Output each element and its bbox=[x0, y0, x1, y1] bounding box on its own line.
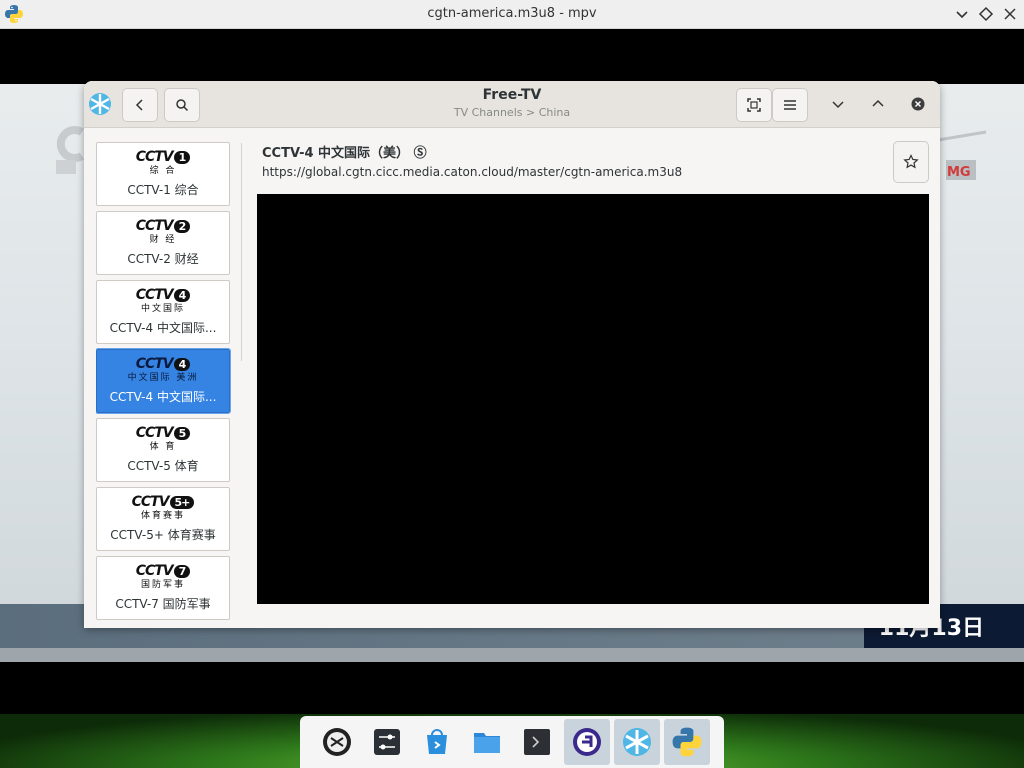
python-icon[interactable] bbox=[664, 719, 710, 765]
svg-text:MG: MG bbox=[947, 165, 971, 180]
video-corner-logo: MG bbox=[932, 130, 992, 186]
channel-name: CCTV-4 中文国际... bbox=[109, 321, 217, 335]
close-icon[interactable] bbox=[1000, 4, 1020, 24]
window-title: cgtn-america.m3u8 - mpv bbox=[427, 6, 597, 21]
hamburger-menu-icon bbox=[784, 100, 796, 110]
files-folder-icon[interactable] bbox=[464, 719, 510, 765]
close-icon bbox=[911, 97, 925, 111]
chevron-up-icon bbox=[872, 99, 884, 107]
video-player[interactable] bbox=[257, 194, 929, 604]
breadcrumb: TV Channels > China bbox=[453, 106, 571, 119]
star-icon bbox=[903, 154, 919, 169]
channel-item[interactable]: CCTV 7 国防军事 CCTV-7 国防军事 bbox=[96, 556, 230, 620]
status-badge: Ⓢ bbox=[413, 146, 427, 161]
mpv-titlebar: cgtn-america.m3u8 - mpv bbox=[0, 0, 1024, 29]
minimize-button[interactable] bbox=[826, 92, 850, 116]
channel-item-selected[interactable]: CCTV 4 中文国际 美洲 CCTV-4 中文国际... bbox=[96, 348, 231, 414]
channel-logo: CCTV 4 中文国际 美洲 bbox=[127, 356, 199, 383]
channel-name: CCTV-5+ 体育赛事 bbox=[110, 528, 216, 542]
freetv-headerbar: Free-TV TV Channels > China bbox=[84, 81, 940, 128]
linux-penguin-icon[interactable] bbox=[314, 719, 360, 765]
freetv-window: Free-TV TV Channels > China CCTV 1 综 合 CC… bbox=[84, 81, 940, 628]
channel-title: CCTV-4 中文国际（美） Ⓢ bbox=[262, 146, 427, 161]
channel-logo: CCTV 1 综 合 bbox=[97, 149, 229, 176]
channel-item[interactable]: CCTV 1 综 合 CCTV-1 综合 bbox=[96, 142, 230, 206]
settings-sliders-icon[interactable] bbox=[364, 719, 410, 765]
channel-logo: CCTV 7 国防军事 bbox=[97, 563, 229, 590]
fullscreen-icon bbox=[747, 98, 761, 112]
freetv-snowflake-icon[interactable] bbox=[614, 719, 660, 765]
chevron-down-icon[interactable] bbox=[952, 4, 972, 24]
channel-item[interactable]: CCTV 2 财 经 CCTV-2 财经 bbox=[96, 211, 230, 275]
channel-name: CCTV-1 综合 bbox=[127, 183, 199, 197]
close-button[interactable] bbox=[906, 92, 930, 116]
channel-name: CCTV-2 财经 bbox=[127, 252, 199, 266]
channel-item[interactable]: CCTV 4 中文国际 CCTV-4 中文国际... bbox=[96, 280, 230, 344]
video-bottom-strip bbox=[0, 648, 1024, 662]
channel-item[interactable]: CCTV 5+ 体育赛事 CCTV-5+ 体育赛事 bbox=[96, 487, 230, 551]
freetv-title: Free-TV bbox=[482, 87, 542, 103]
stream-url: https://global.cgtn.cicc.media.caton.clo… bbox=[262, 165, 683, 179]
channel-name: CCTV-4 中文国际... bbox=[109, 390, 217, 404]
channel-name: CCTV-7 国防军事 bbox=[115, 597, 211, 611]
maximize-button[interactable] bbox=[866, 92, 890, 116]
channel-logo: CCTV 5+ 体育赛事 bbox=[97, 494, 229, 521]
diamond-icon[interactable] bbox=[976, 4, 996, 24]
channel-logo: CCTV 5 体 育 bbox=[97, 425, 229, 452]
channel-logo: CCTV 4 中文国际 bbox=[97, 287, 229, 314]
fullscreen-button[interactable] bbox=[736, 88, 772, 122]
sidebar-scrollbar[interactable] bbox=[241, 143, 242, 361]
channel-logo: CCTV 2 财 经 bbox=[97, 218, 229, 245]
dock bbox=[300, 716, 724, 768]
main-menu-button[interactable] bbox=[772, 88, 808, 122]
channel-item[interactable]: CCTV 5 体 育 CCTV-5 体育 bbox=[96, 418, 230, 482]
channel-name: CCTV-5 体育 bbox=[127, 459, 199, 473]
chevron-down-icon bbox=[832, 101, 844, 109]
fedora-icon[interactable] bbox=[564, 719, 610, 765]
channel-list: CCTV 1 综 合 CCTV-1 综合 CCTV 2 财 经 CCTV-2 财经 … bbox=[96, 141, 232, 621]
favorite-button[interactable] bbox=[893, 141, 929, 183]
terminal-icon[interactable] bbox=[514, 719, 560, 765]
software-store-icon[interactable] bbox=[414, 719, 460, 765]
